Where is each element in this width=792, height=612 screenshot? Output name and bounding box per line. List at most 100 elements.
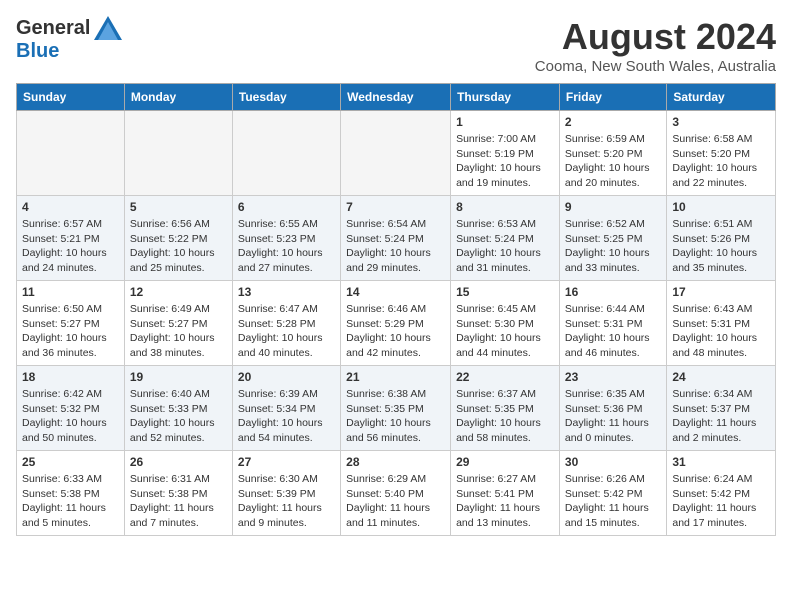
day-info: Sunrise: 6:55 AMSunset: 5:23 PMDaylight:…: [238, 217, 335, 276]
day-number: 5: [130, 200, 227, 214]
day-info: Sunrise: 6:29 AMSunset: 5:40 PMDaylight:…: [346, 472, 445, 531]
calendar-day-cell: 21 Sunrise: 6:38 AMSunset: 5:35 PMDayligh…: [341, 366, 451, 451]
day-number: 26: [130, 455, 227, 469]
calendar-day-cell: [17, 111, 125, 196]
logo-icon: [94, 16, 122, 40]
calendar-header-saturday: Saturday: [667, 84, 776, 111]
day-info: Sunrise: 6:44 AMSunset: 5:31 PMDaylight:…: [565, 302, 661, 361]
calendar-day-cell: 18 Sunrise: 6:42 AMSunset: 5:32 PMDayligh…: [17, 366, 125, 451]
calendar-day-cell: 26 Sunrise: 6:31 AMSunset: 5:38 PMDayligh…: [124, 451, 232, 536]
day-number: 11: [22, 285, 119, 299]
day-info: Sunrise: 6:47 AMSunset: 5:28 PMDaylight:…: [238, 302, 335, 361]
day-number: 12: [130, 285, 227, 299]
day-number: 19: [130, 370, 227, 384]
calendar-day-cell: 15 Sunrise: 6:45 AMSunset: 5:30 PMDayligh…: [451, 281, 560, 366]
day-number: 16: [565, 285, 661, 299]
day-number: 18: [22, 370, 119, 384]
calendar-day-cell: 31Sunrise: 6:24 AMSunset: 5:42 PMDayligh…: [667, 451, 776, 536]
calendar-day-cell: 1 Sunrise: 7:00 AMSunset: 5:19 PMDaylight…: [451, 111, 560, 196]
day-number: 9: [565, 200, 661, 214]
calendar-day-cell: 2 Sunrise: 6:59 AMSunset: 5:20 PMDaylight…: [559, 111, 666, 196]
day-number: 4: [22, 200, 119, 214]
calendar-day-cell: 25 Sunrise: 6:33 AMSunset: 5:38 PMDayligh…: [17, 451, 125, 536]
calendar-day-cell: 3Sunrise: 6:58 AMSunset: 5:20 PMDaylight…: [667, 111, 776, 196]
calendar-day-cell: 30 Sunrise: 6:26 AMSunset: 5:42 PMDayligh…: [559, 451, 666, 536]
calendar-day-cell: 9 Sunrise: 6:52 AMSunset: 5:25 PMDaylight…: [559, 196, 666, 281]
calendar-day-cell: 6 Sunrise: 6:55 AMSunset: 5:23 PMDaylight…: [232, 196, 340, 281]
calendar-header-monday: Monday: [124, 84, 232, 111]
day-info: Sunrise: 6:37 AMSunset: 5:35 PMDaylight:…: [456, 387, 554, 446]
calendar-day-cell: 17 Sunrise: 6:43 AMSunset: 5:31 PMDayligh…: [667, 281, 776, 366]
day-number: 25: [22, 455, 119, 469]
day-number: 7: [346, 200, 445, 214]
calendar-day-cell: 10 Sunrise: 6:51 AMSunset: 5:26 PMDayligh…: [667, 196, 776, 281]
logo-general-text: General: [16, 17, 90, 40]
calendar-day-cell: 24Sunrise: 6:34 AMSunset: 5:37 PMDayligh…: [667, 366, 776, 451]
calendar-day-cell: 8 Sunrise: 6:53 AMSunset: 5:24 PMDaylight…: [451, 196, 560, 281]
calendar-week-row: 11Sunrise: 6:50 AMSunset: 5:27 PMDayligh…: [17, 281, 776, 366]
day-info: Sunrise: 6:52 AMSunset: 5:25 PMDaylight:…: [565, 217, 661, 276]
calendar-day-cell: 5 Sunrise: 6:56 AMSunset: 5:22 PMDaylight…: [124, 196, 232, 281]
calendar-day-cell: [232, 111, 340, 196]
day-info: Sunrise: 6:42 AMSunset: 5:32 PMDaylight:…: [22, 387, 119, 446]
calendar-day-cell: 12 Sunrise: 6:49 AMSunset: 5:27 PMDayligh…: [124, 281, 232, 366]
day-number: 2: [565, 115, 661, 129]
day-number: 29: [456, 455, 554, 469]
day-number: 10: [672, 200, 770, 214]
calendar-day-cell: 11Sunrise: 6:50 AMSunset: 5:27 PMDayligh…: [17, 281, 125, 366]
calendar-day-cell: 7 Sunrise: 6:54 AMSunset: 5:24 PMDaylight…: [341, 196, 451, 281]
day-info: Sunrise: 6:33 AMSunset: 5:38 PMDaylight:…: [22, 472, 119, 531]
day-number: 14: [346, 285, 445, 299]
day-info: Sunrise: 6:43 AMSunset: 5:31 PMDaylight:…: [672, 302, 770, 361]
calendar-header-thursday: Thursday: [451, 84, 560, 111]
title-block: August 2024 Cooma, New South Wales, Aust…: [535, 16, 776, 75]
day-number: 1: [456, 115, 554, 129]
calendar-week-row: 4Sunrise: 6:57 AMSunset: 5:21 PMDaylight…: [17, 196, 776, 281]
calendar-header-tuesday: Tuesday: [232, 84, 340, 111]
calendar-header-sunday: Sunday: [17, 84, 125, 111]
day-info: Sunrise: 6:45 AMSunset: 5:30 PMDaylight:…: [456, 302, 554, 361]
day-number: 17: [672, 285, 770, 299]
calendar-day-cell: 23 Sunrise: 6:35 AMSunset: 5:36 PMDayligh…: [559, 366, 666, 451]
day-info: Sunrise: 6:56 AMSunset: 5:22 PMDaylight:…: [130, 217, 227, 276]
calendar-day-cell: [341, 111, 451, 196]
day-number: 22: [456, 370, 554, 384]
calendar-header-wednesday: Wednesday: [341, 84, 451, 111]
day-info: Sunrise: 6:46 AMSunset: 5:29 PMDaylight:…: [346, 302, 445, 361]
day-number: 27: [238, 455, 335, 469]
calendar-day-cell: [124, 111, 232, 196]
day-info: Sunrise: 6:35 AMSunset: 5:36 PMDaylight:…: [565, 387, 661, 446]
day-info: Sunrise: 6:51 AMSunset: 5:26 PMDaylight:…: [672, 217, 770, 276]
day-info: Sunrise: 6:26 AMSunset: 5:42 PMDaylight:…: [565, 472, 661, 531]
day-number: 6: [238, 200, 335, 214]
month-year-title: August 2024: [535, 16, 776, 58]
day-info: Sunrise: 6:31 AMSunset: 5:38 PMDaylight:…: [130, 472, 227, 531]
calendar-day-cell: 19Sunrise: 6:40 AMSunset: 5:33 PMDayligh…: [124, 366, 232, 451]
day-number: 13: [238, 285, 335, 299]
day-info: Sunrise: 6:24 AMSunset: 5:42 PMDaylight:…: [672, 472, 770, 531]
calendar-week-row: 25 Sunrise: 6:33 AMSunset: 5:38 PMDayligh…: [17, 451, 776, 536]
day-info: Sunrise: 6:49 AMSunset: 5:27 PMDaylight:…: [130, 302, 227, 361]
day-number: 15: [456, 285, 554, 299]
day-info: Sunrise: 6:54 AMSunset: 5:24 PMDaylight:…: [346, 217, 445, 276]
day-number: 28: [346, 455, 445, 469]
location-subtitle: Cooma, New South Wales, Australia: [535, 58, 776, 75]
day-info: Sunrise: 6:34 AMSunset: 5:37 PMDaylight:…: [672, 387, 770, 446]
day-number: 20: [238, 370, 335, 384]
day-info: Sunrise: 6:59 AMSunset: 5:20 PMDaylight:…: [565, 132, 661, 191]
day-info: Sunrise: 6:53 AMSunset: 5:24 PMDaylight:…: [456, 217, 554, 276]
day-info: Sunrise: 6:38 AMSunset: 5:35 PMDaylight:…: [346, 387, 445, 446]
day-info: Sunrise: 6:27 AMSunset: 5:41 PMDaylight:…: [456, 472, 554, 531]
day-number: 8: [456, 200, 554, 214]
calendar-day-cell: 20Sunrise: 6:39 AMSunset: 5:34 PMDayligh…: [232, 366, 340, 451]
calendar-week-row: 1 Sunrise: 7:00 AMSunset: 5:19 PMDaylight…: [17, 111, 776, 196]
day-number: 21: [346, 370, 445, 384]
day-number: 23: [565, 370, 661, 384]
calendar-day-cell: 29 Sunrise: 6:27 AMSunset: 5:41 PMDayligh…: [451, 451, 560, 536]
day-info: Sunrise: 6:30 AMSunset: 5:39 PMDaylight:…: [238, 472, 335, 531]
day-info: Sunrise: 7:00 AMSunset: 5:19 PMDaylight:…: [456, 132, 554, 191]
calendar-header-row: SundayMondayTuesdayWednesdayThursdayFrid…: [17, 84, 776, 111]
day-number: 30: [565, 455, 661, 469]
calendar-day-cell: 4Sunrise: 6:57 AMSunset: 5:21 PMDaylight…: [17, 196, 125, 281]
page-header: General Blue August 2024 Cooma, New Sout…: [16, 16, 776, 75]
